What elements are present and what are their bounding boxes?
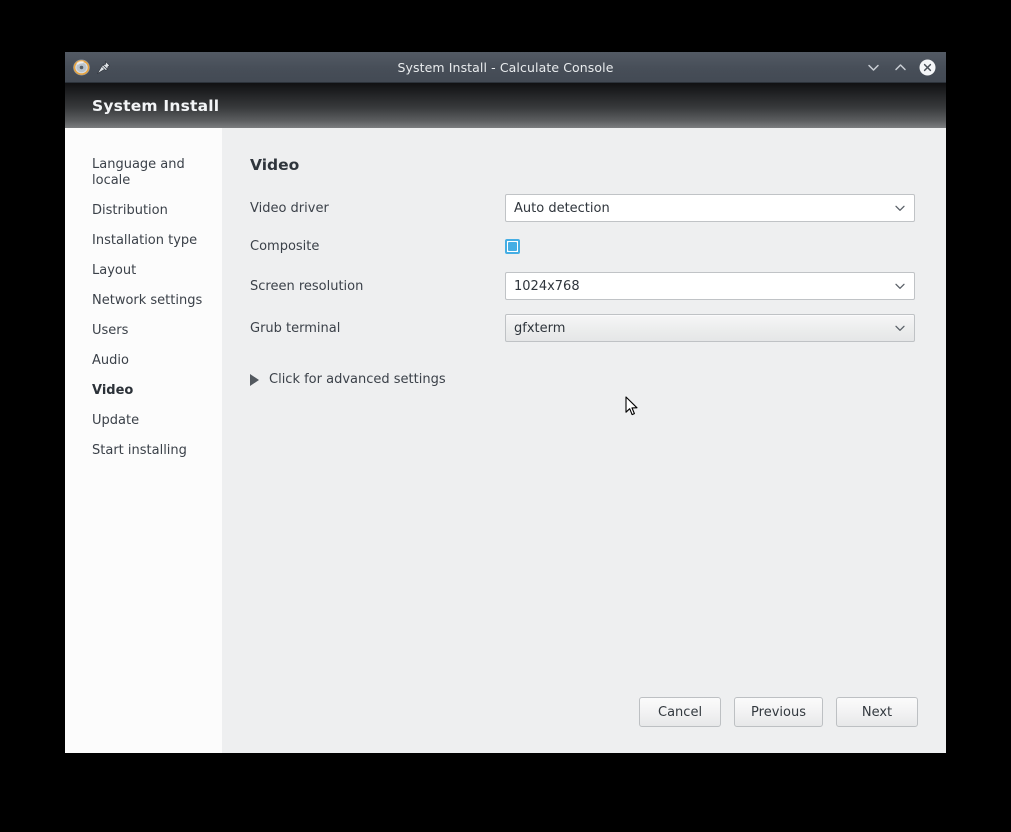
grub-terminal-select[interactable]: gfxterm: [505, 314, 915, 342]
sidebar-item-layout[interactable]: Layout: [65, 256, 222, 286]
chevron-down-icon: [894, 322, 906, 334]
previous-button[interactable]: Previous: [734, 697, 823, 727]
advanced-settings-label: Click for advanced settings: [269, 372, 446, 387]
disc-icon: [73, 59, 90, 76]
minimize-icon[interactable]: [865, 59, 882, 76]
sidebar-item-audio[interactable]: Audio: [65, 346, 222, 376]
page-title: Video: [250, 156, 300, 174]
sidebar-item-installation-type[interactable]: Installation type: [65, 226, 222, 256]
screen: System Install - Calculate Console Syste…: [0, 0, 1011, 832]
field-screen-resolution: 1024x768: [505, 272, 915, 300]
video-driver-value: Auto detection: [514, 200, 610, 216]
cancel-button[interactable]: Cancel: [639, 697, 722, 727]
window-body: Language and locale Distribution Install…: [65, 128, 946, 753]
sidebar-item-network-settings[interactable]: Network settings: [65, 286, 222, 316]
video-driver-select[interactable]: Auto detection: [505, 194, 915, 222]
maximize-icon[interactable]: [892, 59, 909, 76]
window-title: System Install - Calculate Console: [397, 59, 614, 75]
field-grub-terminal: gfxterm: [505, 314, 915, 342]
app-header: System Install: [65, 83, 946, 128]
screen-resolution-value: 1024x768: [514, 278, 580, 294]
label-grub-terminal: Grub terminal: [250, 320, 341, 336]
sidebar-item-update[interactable]: Update: [65, 406, 222, 436]
chevron-down-icon: [894, 202, 906, 214]
composite-checkbox[interactable]: [505, 238, 520, 254]
grub-terminal-value: gfxterm: [514, 320, 566, 336]
pin-icon[interactable]: [96, 60, 111, 75]
form-row-composite: Composite: [250, 232, 916, 260]
form-row-grub-terminal: Grub terminal gfxterm: [250, 314, 916, 342]
titlebar-left-icons: [65, 59, 111, 76]
sidebar-item-distribution[interactable]: Distribution: [65, 196, 222, 226]
chevron-down-icon: [894, 280, 906, 292]
sidebar-item-users[interactable]: Users: [65, 316, 222, 346]
field-video-driver: Auto detection: [505, 194, 915, 222]
field-composite: [505, 238, 915, 254]
footer-buttons: Cancel Previous Next: [222, 697, 946, 753]
header-title: System Install: [92, 96, 220, 115]
sidebar-item-video[interactable]: Video: [65, 376, 222, 406]
form-row-video-driver: Video driver Auto detection: [250, 194, 916, 222]
label-screen-resolution: Screen resolution: [250, 278, 364, 294]
close-icon[interactable]: [919, 59, 936, 76]
settings-form: Video Video driver Auto detection Compos…: [222, 128, 946, 697]
checkbox-fill-icon: [508, 241, 517, 251]
label-video-driver: Video driver: [250, 200, 329, 216]
triangle-right-icon: [250, 373, 259, 386]
screen-resolution-select[interactable]: 1024x768: [505, 272, 915, 300]
window-controls: [865, 59, 946, 76]
advanced-settings-expander[interactable]: Click for advanced settings: [250, 372, 446, 387]
content-pane: Video Video driver Auto detection Compos…: [222, 128, 946, 753]
next-button[interactable]: Next: [836, 697, 918, 727]
form-row-screen-resolution: Screen resolution 1024x768: [250, 272, 916, 300]
titlebar: System Install - Calculate Console: [65, 52, 946, 83]
sidebar-item-language-and-locale[interactable]: Language and locale: [65, 150, 222, 196]
application-window: System Install - Calculate Console Syste…: [65, 52, 946, 753]
label-composite: Composite: [250, 238, 320, 254]
sidebar: Language and locale Distribution Install…: [65, 128, 222, 753]
sidebar-item-start-installing[interactable]: Start installing: [65, 436, 222, 466]
